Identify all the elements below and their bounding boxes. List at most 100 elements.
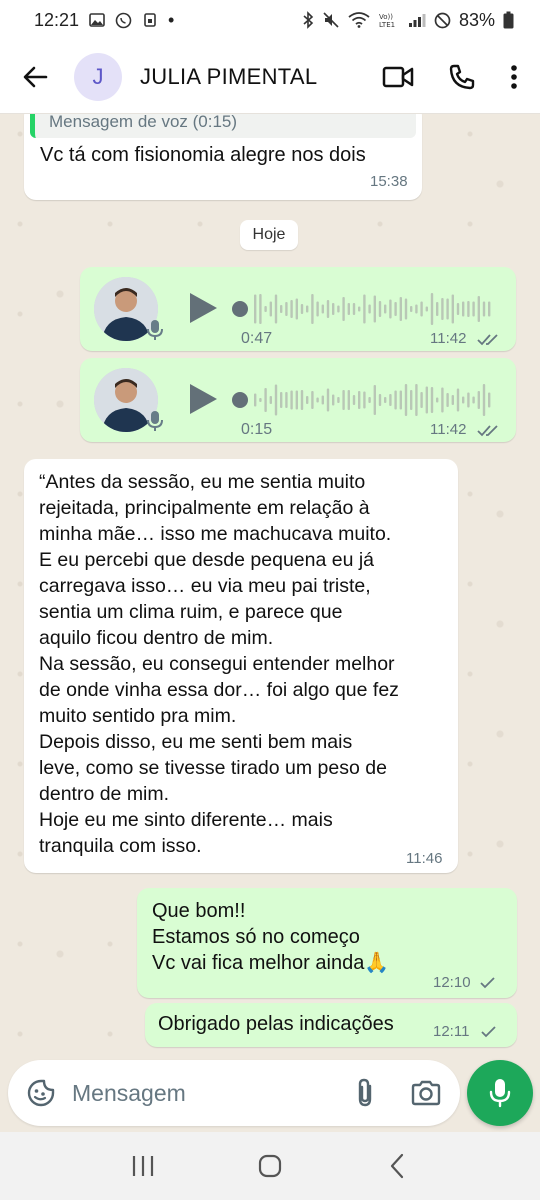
emoji-button[interactable] (26, 1078, 56, 1108)
voice-record-button[interactable] (467, 1060, 533, 1126)
message-bubble-outgoing[interactable]: Obrigado pelas indicações 12:11 (145, 1003, 517, 1047)
waveform-bar (451, 395, 454, 405)
message-bubble-incoming[interactable]: “Antes da sessão, eu me sentia muito rej… (24, 459, 458, 873)
chat-area[interactable]: Mensagem de voz (0:15) Vc tá com fisiono… (0, 114, 540, 1058)
waveform-bar (482, 301, 486, 317)
message-bubble-incoming[interactable]: Mensagem de voz (0:15) Vc tá com fisiono… (24, 114, 422, 200)
waveform-bar (337, 305, 340, 313)
waveform-bar (378, 394, 382, 406)
date-chip: Hoje (240, 220, 298, 250)
waveform-bar (451, 294, 454, 324)
sim-icon (142, 12, 158, 28)
waveform[interactable] (230, 289, 500, 329)
waveform-bar (321, 304, 324, 314)
avatar-letter: J (92, 63, 104, 89)
voice-call-button[interactable] (448, 63, 476, 91)
waveform-bar (337, 397, 340, 403)
waveform-bar (259, 398, 262, 402)
waveform-bar (332, 303, 335, 315)
waveform-bar (285, 302, 288, 316)
waveform-bar (363, 294, 366, 324)
attach-button[interactable] (354, 1077, 376, 1109)
attach-icon (358, 1078, 372, 1107)
waveform-bar (254, 294, 257, 324)
battery-percent: 83% (458, 9, 495, 30)
waveform-bar (290, 390, 293, 410)
waveform-bar (425, 386, 428, 414)
waveform-bar (295, 298, 298, 320)
waveform-bar (467, 392, 470, 408)
waveform-bar (347, 390, 350, 410)
waveform-progress-dot[interactable] (232, 301, 248, 317)
bluetooth-icon (302, 11, 314, 29)
waveform-bar (264, 388, 267, 412)
waveform-bar (269, 301, 272, 317)
waveform-bar (472, 396, 475, 404)
contact-name[interactable]: JULIA PIMENTAL (140, 64, 317, 90)
video-call-button[interactable] (382, 65, 414, 89)
status-right: Vo)) LTE1 83% (302, 10, 514, 31)
camera-button[interactable] (410, 1079, 442, 1107)
waveform-bar (441, 387, 444, 413)
waveform-bar (358, 391, 361, 409)
waveform-bar (394, 390, 397, 410)
waveform-bar (332, 394, 335, 406)
waveform-bar (363, 391, 366, 409)
message-composer (8, 1060, 460, 1126)
quoted-message[interactable]: Mensagem de voz (0:15) (30, 114, 416, 138)
waveform-bar (342, 390, 345, 410)
message-time: 11:46 (406, 850, 443, 867)
waveform-bar (254, 393, 257, 407)
waveform-bar (300, 304, 304, 314)
waveform-bar (425, 306, 428, 312)
waveform-bar (477, 296, 480, 322)
waveform[interactable] (230, 380, 500, 420)
message-time: 11:42 (430, 421, 467, 438)
svg-text:Vo)): Vo)) (379, 13, 393, 21)
home-button[interactable] (240, 1141, 300, 1191)
play-icon (190, 384, 217, 414)
waveform-bar (368, 304, 371, 314)
nav-back-button[interactable] (367, 1141, 427, 1191)
wifi-icon (348, 12, 370, 28)
waveform-bar (300, 390, 304, 410)
waveform-bar (389, 394, 392, 406)
nav-back-icon (390, 1153, 403, 1179)
waveform-bar (488, 301, 491, 317)
waveform-bar (311, 391, 314, 409)
message-input[interactable] (72, 1079, 322, 1107)
waveform-bar (415, 384, 418, 416)
mic-icon (146, 319, 164, 341)
waveform-bar (280, 305, 283, 313)
waveform-bar (295, 390, 298, 410)
message-text: Obrigado pelas indicações (158, 1013, 394, 1035)
waveform-bar (415, 304, 418, 314)
voice-message-bubble[interactable]: 0:47 11:42 (80, 267, 516, 351)
waveform-bar (352, 303, 356, 315)
waveform-progress-dot[interactable] (232, 392, 248, 408)
message-bubble-outgoing[interactable]: Que bom!! Estamos só no começo Vc vai fi… (137, 888, 517, 998)
waveform-bar (306, 305, 309, 313)
contact-avatar[interactable]: J (74, 52, 122, 101)
status-bar: 12:21 • Vo)) LTE1 83% (0, 0, 540, 40)
play-icon (190, 293, 217, 323)
voice-message-bubble[interactable]: 0:15 11:42 (80, 358, 516, 442)
recents-icon (133, 1156, 154, 1176)
read-receipt-icon (477, 334, 498, 346)
waveform-bar (373, 385, 376, 415)
message-time: 15:38 (370, 173, 408, 190)
mic-icon (146, 410, 164, 432)
system-nav-bar (0, 1132, 540, 1200)
waveform-bar (467, 301, 470, 317)
more-options-button[interactable] (510, 64, 518, 90)
status-left: 12:21 • (34, 10, 174, 31)
recents-button[interactable] (113, 1141, 173, 1191)
dnd-icon (434, 12, 451, 29)
waveform-bar (389, 299, 392, 319)
back-button[interactable] (16, 58, 54, 96)
volte-icon: Vo)) LTE1 (378, 12, 400, 28)
waveform-bar (384, 397, 387, 403)
waveform-bar (430, 387, 434, 413)
play-button[interactable] (186, 382, 220, 421)
play-button[interactable] (186, 291, 220, 330)
